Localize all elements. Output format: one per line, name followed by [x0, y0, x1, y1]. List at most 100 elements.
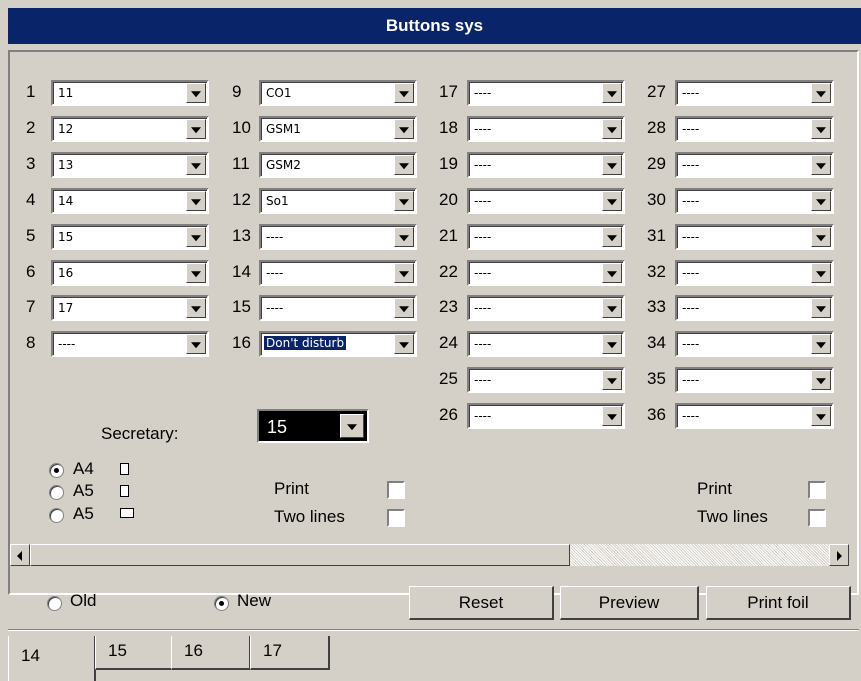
button-assignment-select[interactable]: ----	[675, 367, 834, 393]
chevron-down-icon[interactable]	[394, 191, 414, 211]
chevron-down-icon[interactable]	[811, 83, 831, 103]
two-lines-checkbox-left[interactable]	[387, 509, 405, 527]
chevron-down-icon[interactable]	[186, 155, 206, 175]
scroll-right-button[interactable]	[829, 544, 849, 566]
scroll-left-button[interactable]	[10, 544, 30, 566]
chevron-down-icon[interactable]	[186, 119, 206, 139]
paper-size-radio[interactable]	[49, 485, 64, 500]
secretary-select[interactable]: 15	[257, 409, 369, 443]
button-assignment-select[interactable]: 17	[51, 295, 209, 321]
button-assignment-select[interactable]: Don't disturb	[259, 331, 417, 357]
button-assignment-select[interactable]: GSM2	[259, 152, 417, 178]
button-assignment-select[interactable]: GSM1	[259, 116, 417, 142]
button-assignment-select[interactable]: 16	[51, 260, 209, 286]
chevron-down-icon[interactable]	[602, 334, 622, 354]
print-checkbox-left[interactable]	[387, 481, 405, 499]
chevron-down-icon[interactable]	[602, 119, 622, 139]
tab-15[interactable]: 15	[95, 636, 173, 670]
button-assignment-select[interactable]: ----	[467, 295, 625, 321]
scroll-thumb[interactable]	[30, 544, 570, 566]
button-assignment-select[interactable]: 14	[51, 188, 209, 214]
paper-size-radio[interactable]	[49, 508, 64, 523]
chevron-down-icon[interactable]	[602, 298, 622, 318]
chevron-down-icon[interactable]	[602, 370, 622, 390]
chevron-down-icon[interactable]	[186, 83, 206, 103]
chevron-down-icon[interactable]	[811, 155, 831, 175]
button-assignment-select[interactable]: ----	[467, 403, 625, 429]
button-number: 28	[647, 118, 666, 137]
chevron-down-icon[interactable]	[811, 191, 831, 211]
chevron-down-icon[interactable]	[602, 155, 622, 175]
chevron-down-icon[interactable]	[186, 298, 206, 318]
chevron-down-icon[interactable]	[811, 298, 831, 318]
tab-17[interactable]: 17	[250, 636, 330, 670]
button-assignment-select[interactable]: ----	[467, 80, 625, 106]
chevron-down-icon[interactable]	[394, 155, 414, 175]
button-assignment-select[interactable]: ----	[467, 367, 625, 393]
button-assignment-select[interactable]: ----	[675, 403, 834, 429]
button-assignment-select[interactable]: ----	[675, 80, 834, 106]
button-assignment-select[interactable]: ----	[467, 260, 625, 286]
chevron-down-icon[interactable]	[811, 263, 831, 283]
button-assignment-select[interactable]: ----	[259, 295, 417, 321]
preview-button[interactable]: Preview	[560, 586, 699, 620]
chevron-down-icon[interactable]	[394, 119, 414, 139]
tab-16[interactable]: 16	[171, 636, 251, 670]
button-assignment-select[interactable]: ----	[467, 116, 625, 142]
new-radio[interactable]	[214, 596, 229, 611]
paper-size-radio[interactable]	[49, 463, 64, 478]
chevron-down-icon[interactable]	[602, 83, 622, 103]
button-assignment-select[interactable]: ----	[467, 331, 625, 357]
old-radio[interactable]	[47, 596, 62, 611]
chevron-down-icon[interactable]	[394, 298, 414, 318]
tab-14[interactable]: 14	[8, 636, 96, 681]
button-assignment-select[interactable]: ----	[675, 260, 834, 286]
button-assignment-select[interactable]: ----	[259, 260, 417, 286]
chevron-down-icon[interactable]	[394, 83, 414, 103]
chevron-down-icon[interactable]	[811, 370, 831, 390]
print-foil-button[interactable]: Print foil	[706, 586, 851, 620]
chevron-down-icon[interactable]	[340, 414, 364, 438]
secretary-label: Secretary:	[101, 424, 179, 443]
button-assignment-select[interactable]: CO1	[259, 80, 417, 106]
chevron-down-icon[interactable]	[186, 227, 206, 247]
button-assignment-select[interactable]: 15	[51, 224, 209, 250]
chevron-down-icon[interactable]	[394, 334, 414, 354]
button-assignment-select[interactable]: 12	[51, 116, 209, 142]
button-assignment-select[interactable]: ----	[675, 152, 834, 178]
chevron-down-icon[interactable]	[811, 406, 831, 426]
button-assignment-select[interactable]: ----	[675, 224, 834, 250]
chevron-down-icon[interactable]	[394, 263, 414, 283]
button-number: 20	[439, 190, 458, 209]
chevron-down-icon[interactable]	[602, 227, 622, 247]
horizontal-scrollbar[interactable]	[10, 544, 849, 566]
button-number: 30	[647, 190, 666, 209]
button-assignment-select[interactable]: ----	[675, 331, 834, 357]
button-assignment-select[interactable]: ----	[675, 188, 834, 214]
two-lines-checkbox-right[interactable]	[808, 509, 826, 527]
print-checkbox-right[interactable]	[808, 481, 826, 499]
button-assignment-select[interactable]: ----	[467, 224, 625, 250]
reset-button[interactable]: Reset	[409, 586, 554, 620]
chevron-down-icon[interactable]	[602, 406, 622, 426]
chevron-down-icon[interactable]	[811, 119, 831, 139]
button-assignment-select[interactable]: 13	[51, 152, 209, 178]
button-assignment-select[interactable]: So1	[259, 188, 417, 214]
chevron-down-icon[interactable]	[602, 263, 622, 283]
button-number: 15	[232, 297, 251, 316]
button-assignment-select[interactable]: ----	[675, 116, 834, 142]
button-assignment-select[interactable]: ----	[259, 224, 417, 250]
chevron-down-icon[interactable]	[811, 227, 831, 247]
chevron-down-icon[interactable]	[186, 191, 206, 211]
chevron-down-icon[interactable]	[186, 334, 206, 354]
chevron-down-icon[interactable]	[811, 334, 831, 354]
button-assignment-select[interactable]: ----	[675, 295, 834, 321]
button-assignment-select[interactable]: ----	[467, 152, 625, 178]
chevron-down-icon[interactable]	[394, 227, 414, 247]
scroll-track[interactable]	[570, 544, 829, 566]
button-assignment-select[interactable]: ----	[467, 188, 625, 214]
chevron-down-icon[interactable]	[602, 191, 622, 211]
button-assignment-select[interactable]: 11	[51, 80, 209, 106]
chevron-down-icon[interactable]	[186, 263, 206, 283]
button-assignment-select[interactable]: ----	[51, 331, 209, 357]
